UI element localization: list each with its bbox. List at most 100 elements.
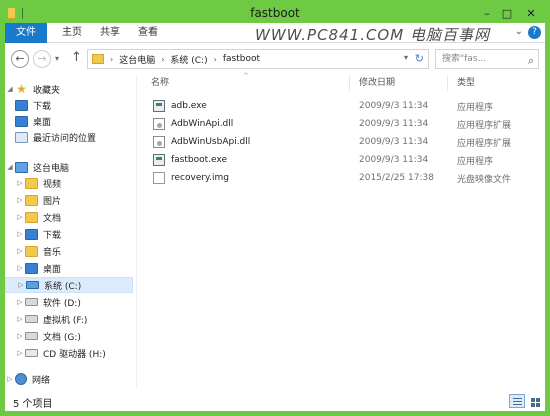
nav-label: 下载 bbox=[33, 101, 52, 112]
file-row[interactable]: AdbWinUsbApi.dll 2009/9/3 11:34 应用程序扩展 bbox=[139, 133, 545, 151]
large-icons-view-button[interactable] bbox=[527, 394, 543, 408]
video-folder-icon bbox=[25, 177, 38, 189]
search-input[interactable]: 搜索"fas... ⌕ bbox=[435, 49, 539, 69]
chevron-down-icon[interactable]: ▾ bbox=[404, 53, 408, 62]
file-date: 2015/2/25 17:38 bbox=[359, 173, 434, 183]
pane-divider[interactable] bbox=[136, 75, 137, 387]
expand-arrow-icon[interactable]: ◢ bbox=[5, 163, 15, 171]
file-name: AdbWinApi.dll bbox=[171, 119, 234, 129]
nav-favorites-downloads[interactable]: 下载 bbox=[5, 97, 133, 113]
nav-drive-g[interactable]: ▷ 文档 (G:) bbox=[5, 328, 133, 344]
collapsed-arrow-icon[interactable]: ▷ bbox=[16, 281, 26, 289]
file-row[interactable]: fastboot.exe 2009/9/3 11:34 应用程序 bbox=[139, 151, 545, 169]
nav-videos[interactable]: ▷ 视频 bbox=[5, 175, 133, 191]
picture-folder-icon bbox=[25, 194, 38, 206]
title-bar: fastboot – □ ✕ bbox=[5, 5, 545, 23]
file-type: 应用程序扩展 bbox=[457, 138, 512, 149]
close-button[interactable]: ✕ bbox=[517, 5, 545, 21]
window-controls: – □ ✕ bbox=[477, 5, 545, 21]
collapsed-arrow-icon[interactable]: ▷ bbox=[15, 230, 25, 238]
column-header-date[interactable]: 修改日期 bbox=[359, 75, 395, 91]
chevron-right-icon[interactable]: › bbox=[214, 55, 217, 64]
nav-downloads[interactable]: ▷ 下载 bbox=[5, 226, 133, 242]
collapsed-arrow-icon[interactable]: ▷ bbox=[15, 298, 25, 306]
navigation-pane: ◢ ★ 收藏夹 下载 桌面 最近访问的位置 ◢ 这台电脑 ▷ 视频 ▷ 图片 ▷… bbox=[5, 75, 133, 389]
back-button[interactable]: ← bbox=[11, 50, 29, 68]
collapsed-arrow-icon[interactable]: ▷ bbox=[15, 264, 25, 272]
help-icon[interactable]: ? bbox=[528, 26, 541, 39]
breadcrumb-fastboot[interactable]: fastboot bbox=[223, 54, 260, 64]
collapsed-arrow-icon[interactable]: ▷ bbox=[15, 196, 25, 204]
download-folder-icon bbox=[15, 99, 28, 111]
nav-network[interactable]: ▷ 网络 bbox=[5, 371, 133, 387]
recent-locations-icon[interactable]: ▾ bbox=[55, 54, 59, 63]
nav-drive-h[interactable]: ▷ CD 驱动器 (H:) bbox=[5, 345, 133, 361]
nav-music[interactable]: ▷ 音乐 bbox=[5, 243, 133, 259]
search-placeholder: 搜索"fas... bbox=[442, 54, 487, 64]
nav-drive-d[interactable]: ▷ 软件 (D:) bbox=[5, 294, 133, 310]
nav-label: 视频 bbox=[43, 179, 62, 190]
file-row[interactable]: AdbWinApi.dll 2009/9/3 11:34 应用程序扩展 bbox=[139, 115, 545, 133]
breadcrumb-this-pc[interactable]: 这台电脑 bbox=[119, 53, 155, 66]
tab-view[interactable]: 查看 bbox=[133, 23, 163, 43]
tab-home[interactable]: 主页 bbox=[57, 23, 87, 43]
nav-this-pc[interactable]: ◢ 这台电脑 bbox=[5, 159, 133, 175]
file-name: AdbWinUsbApi.dll bbox=[171, 137, 251, 147]
nav-label: 桌面 bbox=[33, 117, 52, 128]
nav-label: 桌面 bbox=[43, 264, 62, 275]
nav-label: 最近访问的位置 bbox=[33, 133, 97, 144]
collapsed-arrow-icon[interactable]: ▷ bbox=[15, 349, 25, 357]
nav-documents[interactable]: ▷ 文档 bbox=[5, 209, 133, 225]
chevron-right-icon[interactable]: › bbox=[110, 55, 113, 64]
nav-favorites-desktop[interactable]: 桌面 bbox=[5, 113, 133, 129]
maximize-button[interactable]: □ bbox=[497, 5, 517, 21]
folder-icon bbox=[92, 54, 104, 64]
details-view-button[interactable] bbox=[509, 394, 525, 408]
collapsed-arrow-icon[interactable]: ▷ bbox=[15, 213, 25, 221]
file-type: 应用程序 bbox=[457, 156, 494, 167]
search-icon[interactable]: ⌕ bbox=[528, 52, 534, 70]
minimize-button[interactable]: – bbox=[477, 5, 497, 21]
tab-file[interactable]: 文件 bbox=[5, 23, 47, 43]
file-name: adb.exe bbox=[171, 101, 207, 111]
network-icon bbox=[15, 373, 27, 385]
tab-share[interactable]: 共享 bbox=[95, 23, 125, 43]
drive-icon bbox=[25, 298, 38, 306]
file-type: 光盘映像文件 bbox=[457, 174, 512, 185]
nav-drive-c[interactable]: ▷ 系统 (C:) bbox=[5, 277, 133, 293]
collapsed-arrow-icon[interactable]: ▷ bbox=[5, 375, 15, 383]
file-name: fastboot.exe bbox=[171, 155, 227, 165]
nav-favorites[interactable]: ◢ ★ 收藏夹 bbox=[5, 81, 133, 97]
desktop-icon bbox=[15, 115, 28, 127]
file-date: 2009/9/3 11:34 bbox=[359, 101, 429, 111]
refresh-icon[interactable]: ↻ bbox=[415, 52, 424, 65]
expand-arrow-icon[interactable]: ◢ bbox=[5, 85, 15, 93]
file-row[interactable]: adb.exe 2009/9/3 11:34 应用程序 bbox=[139, 97, 545, 115]
column-divider[interactable] bbox=[349, 75, 350, 91]
column-header-name[interactable]: 名称 bbox=[151, 75, 169, 91]
breadcrumb-drive-c[interactable]: 系统 (C:) bbox=[170, 53, 207, 66]
drive-icon bbox=[25, 332, 38, 340]
up-arrow-icon[interactable]: ↑ bbox=[71, 50, 82, 65]
collapsed-arrow-icon[interactable]: ▷ bbox=[15, 315, 25, 323]
nav-label: 系统 (C:) bbox=[44, 281, 82, 292]
drive-icon bbox=[25, 315, 38, 323]
file-row[interactable]: recovery.img 2015/2/25 17:38 光盘映像文件 bbox=[139, 169, 545, 187]
status-bar: 5 个项目 bbox=[5, 391, 545, 411]
column-header-type[interactable]: 类型 bbox=[457, 75, 475, 91]
collapsed-arrow-icon[interactable]: ▷ bbox=[15, 247, 25, 255]
nav-desktop[interactable]: ▷ 桌面 bbox=[5, 260, 133, 276]
nav-favorites-recent[interactable]: 最近访问的位置 bbox=[5, 129, 133, 145]
nav-drive-f[interactable]: ▷ 虚拟机 (F:) bbox=[5, 311, 133, 327]
forward-button[interactable]: → bbox=[33, 50, 51, 68]
nav-label: 图片 bbox=[43, 196, 62, 207]
address-bar[interactable]: › 这台电脑 › 系统 (C:) › fastboot ▾ ↻ bbox=[87, 49, 429, 69]
column-divider[interactable] bbox=[447, 75, 448, 91]
nav-pictures[interactable]: ▷ 图片 bbox=[5, 192, 133, 208]
collapsed-arrow-icon[interactable]: ▷ bbox=[15, 179, 25, 187]
chevron-right-icon[interactable]: › bbox=[161, 55, 164, 64]
collapsed-arrow-icon[interactable]: ▷ bbox=[15, 332, 25, 340]
file-date: 2009/9/3 11:34 bbox=[359, 155, 429, 165]
dll-file-icon bbox=[153, 136, 165, 148]
chevron-down-icon[interactable]: ⌄ bbox=[515, 26, 523, 37]
